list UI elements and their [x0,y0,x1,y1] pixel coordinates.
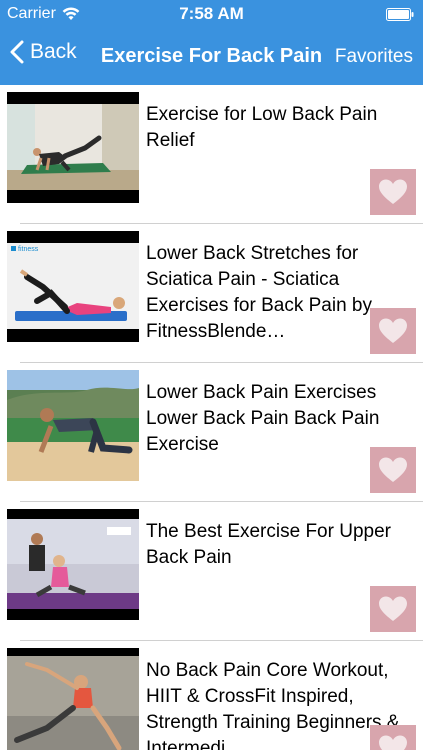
list-item[interactable]: Exercise for Low Back Pain Relief [0,85,423,224]
favorite-button[interactable] [370,447,416,493]
video-title: The Best Exercise For Upper Back Pain [146,521,391,568]
list-item[interactable]: The Best Exercise For Upper Back Pain [0,502,423,641]
video-thumbnail[interactable] [7,509,139,620]
heart-icon [379,735,407,750]
thumbnail-image-sciatica-stretches: fitness [7,231,139,342]
thumbnail-image-low-back-exercise [7,92,139,203]
favorite-button[interactable] [370,308,416,354]
video-thumbnail[interactable] [7,92,139,203]
video-title: Exercise for Low Back Pain Relief [146,104,378,151]
list-item[interactable]: No Back Pain Core Workout, HIIT & CrossF… [0,641,423,750]
navigation-bar: Back Exercise For Back Pain Favorites [0,28,423,85]
thumbnail-image-lower-back-exercises [7,370,139,481]
heart-icon [379,457,407,482]
thumbnail-image-core-workout [7,648,139,750]
favorites-button[interactable]: Favorites [335,46,413,68]
heart-icon [379,596,407,621]
list-item[interactable]: Lower Back Pain Exercises Lower Back Pai… [0,363,423,502]
favorite-button[interactable] [370,725,416,750]
thumb-logo-text: fitness [18,246,39,253]
video-thumbnail[interactable] [7,370,139,481]
status-bar: Carrier 7:58 AM [0,0,423,28]
header: Carrier 7:58 AM Back Exercise For Back P… [0,0,423,85]
thumbnail-image-upper-back-exercise [7,509,139,620]
favorite-button[interactable] [370,586,416,632]
battery-icon [386,8,414,21]
video-thumbnail[interactable] [7,648,139,750]
list-item[interactable]: fitness Lower Back Stretches for Sciatic… [0,224,423,363]
status-time: 7:58 AM [179,4,244,23]
heart-icon [379,318,407,343]
heart-icon [379,179,407,204]
favorite-button[interactable] [370,169,416,215]
video-thumbnail[interactable]: fitness [7,231,139,342]
